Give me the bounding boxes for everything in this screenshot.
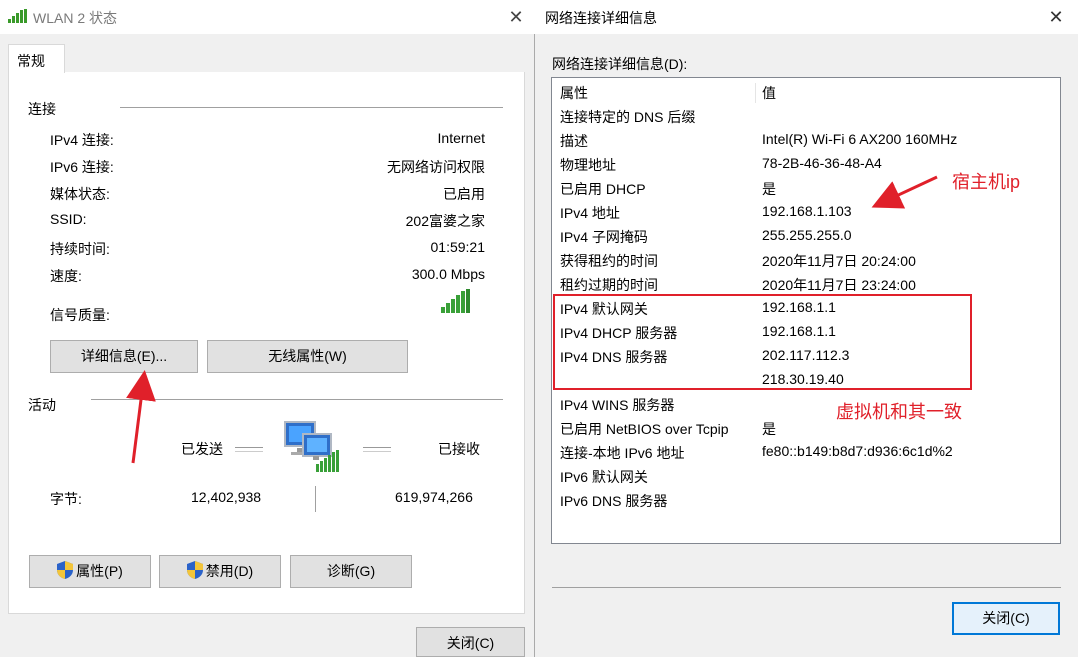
ipv6-connection-label: IPv6 连接: [50,159,114,175]
sent-activity-line [235,447,263,452]
detail-value: 255.255.255.0 [762,227,852,243]
ipv4-connection-label: IPv4 连接: [50,132,114,148]
detail-property: IPv4 地址 [560,205,620,221]
bytes-label: 字节: [50,491,82,507]
detail-property: 描述 [560,133,588,149]
detail-property: 已启用 NetBIOS over Tcpip [560,421,729,437]
speed-label: 速度: [50,268,82,284]
detail-property: 物理地址 [560,157,616,173]
signal-quality-label: 信号质量: [50,307,110,323]
ipv6-connection-value: 无网络访问权限 [387,159,485,175]
close-icon[interactable]: ✕ [505,6,527,28]
detail-property: 获得租约的时间 [560,253,658,269]
detail-property: 连接特定的 DNS 后缀 [560,109,696,125]
speed-value: 300.0 Mbps [411,266,485,282]
detail-value: 是 [762,421,776,437]
column-header-property[interactable]: 属性 [560,83,588,103]
detail-value: 192.168.1.103 [762,203,852,219]
properties-button[interactable]: 属性(P) [29,555,151,588]
details-close-button[interactable]: 关闭(C) [952,602,1060,635]
wifi-signal-icon [8,9,27,23]
details-caption: 网络连接详细信息(D): [552,56,688,72]
column-header-separator[interactable] [755,83,756,103]
network-computers-icon [284,421,339,472]
detail-property: 已启用 DHCP [560,181,646,197]
details-footer-divider [552,587,1061,588]
activity-divider [91,399,503,400]
detail-value: 是 [762,181,776,197]
detail-property: IPv6 DNS 服务器 [560,493,668,509]
bytes-divider [315,486,316,512]
details-window-title: 网络连接详细信息 [545,10,657,26]
wlan-window-title: WLAN 2 状态 [33,10,118,26]
host-ip-annotation: 宿主机ip [952,172,1021,192]
ipv4-connection-value: Internet [437,130,485,146]
activity-section-title: 活动 [28,397,56,413]
received-activity-line [363,447,391,452]
detail-property: IPv6 默认网关 [560,469,648,485]
detail-value: fe80::b149:b8d7:d936:6c1d%2 [762,443,953,459]
highlight-box [553,294,972,390]
detail-value: 2020年11月7日 23:24:00 [762,277,916,293]
disable-button-label: 禁用(D) [205,563,254,579]
detail-property: IPv4 WINS 服务器 [560,397,675,413]
duration-value: 01:59:21 [430,239,486,255]
media-state-label: 媒体状态: [50,186,110,202]
signal-bars-icon [441,289,470,313]
detail-value: 2020年11月7日 20:24:00 [762,253,916,269]
vm-same-annotation: 虚拟机和其一致 [836,402,962,422]
uac-shield-icon [57,561,74,579]
diagnose-button[interactable]: 诊断(G) [290,555,412,588]
details-button[interactable]: 详细信息(E)... [50,340,198,373]
detail-property: 连接-本地 IPv6 地址 [560,445,685,461]
bytes-received-value: 619,974,266 [395,489,473,505]
detail-property: 租约过期的时间 [560,277,658,293]
close-icon[interactable]: ✕ [1045,6,1067,28]
ssid-label: SSID: [50,211,87,227]
disable-button[interactable]: 禁用(D) [159,555,281,588]
detail-value: Intel(R) Wi-Fi 6 AX200 160MHz [762,131,958,147]
properties-button-label: 属性(P) [76,563,123,579]
detail-value: 78-2B-46-36-48-A4 [762,155,882,171]
duration-label: 持续时间: [50,241,110,257]
detail-property: IPv4 子网掩码 [560,229,648,245]
tab-general[interactable]: 常规 [8,44,65,73]
uac-shield-icon [186,561,203,579]
sent-label: 已发送 [181,441,223,457]
ssid-value: 202富婆之家 [405,213,485,229]
received-label: 已接收 [438,441,480,457]
connection-divider [120,107,503,108]
wireless-properties-button[interactable]: 无线属性(W) [207,340,408,373]
media-state-value: 已启用 [443,186,485,202]
column-header-value[interactable]: 值 [762,83,776,103]
left-close-button[interactable]: 关闭(C) [416,627,525,657]
connection-section-title: 连接 [28,101,56,117]
bytes-sent-value: 12,402,938 [191,489,262,505]
